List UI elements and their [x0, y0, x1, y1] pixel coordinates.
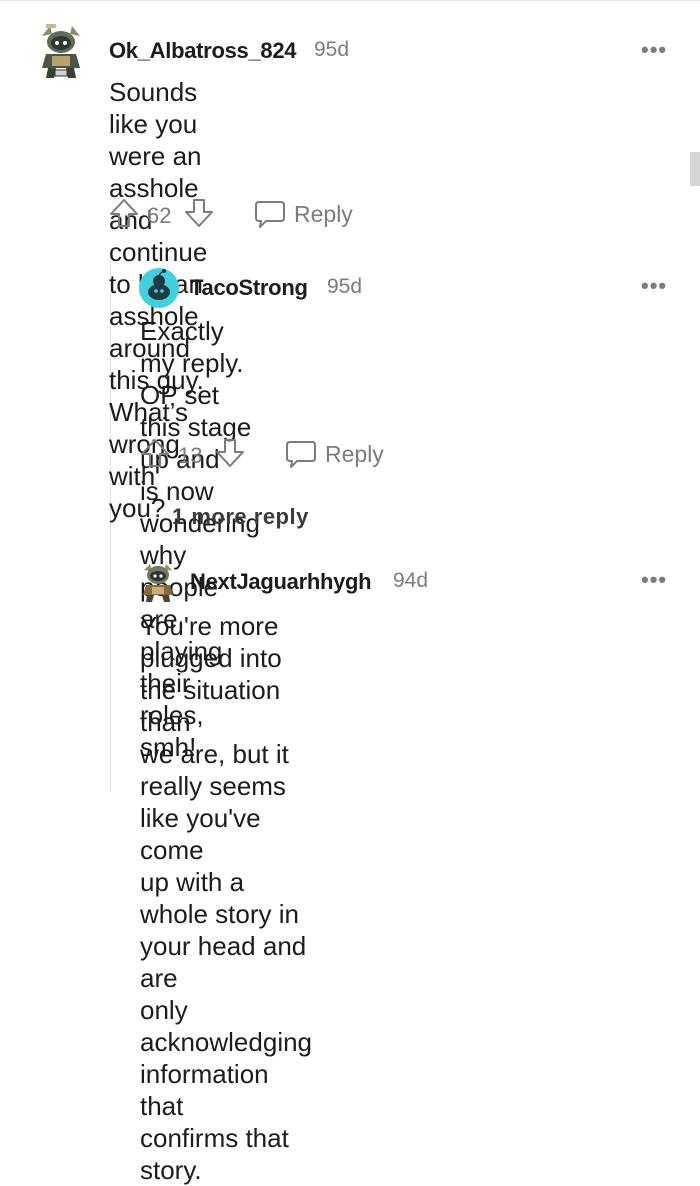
upvote-arrow-icon[interactable]	[109, 198, 139, 233]
reply-speech-bubble-icon[interactable]	[285, 439, 317, 474]
reply-speech-bubble-icon[interactable]	[254, 199, 286, 234]
comment-body: You're more plugged into the situation t…	[140, 610, 312, 1186]
snoo-warrior-avatar-icon[interactable]	[140, 562, 176, 607]
comment-age: 95d	[327, 275, 363, 298]
comment-body-line: we are, but it really seems like you've …	[140, 739, 289, 865]
comment-body-line: only acknowledging information that	[140, 995, 313, 1121]
comment-author[interactable]: Ok_Albatross_824	[109, 38, 297, 64]
reply-button[interactable]: Reply	[294, 201, 353, 228]
vote-score: 62	[147, 203, 172, 228]
comment-author[interactable]: NextJaguarhhygh	[190, 569, 372, 595]
comment-body-line: Sounds like you were an asshole and cont…	[109, 77, 208, 267]
comment-author[interactable]: TacoStrong	[190, 275, 308, 301]
snoo-armored-avatar-icon[interactable]	[38, 22, 84, 85]
reply-button[interactable]: Reply	[325, 441, 384, 468]
upvote-arrow-icon[interactable]	[140, 438, 170, 473]
more-options-icon[interactable]: •••	[641, 567, 667, 593]
more-options-icon[interactable]: •••	[641, 273, 667, 299]
downvote-arrow-icon[interactable]	[184, 198, 214, 233]
comment-body-line: You're more plugged into the situation t…	[140, 611, 282, 737]
downvote-arrow-icon[interactable]	[215, 438, 245, 473]
comment-age: 94d	[393, 569, 429, 592]
comment-age: 95d	[314, 38, 350, 61]
top-divider	[0, 0, 700, 1]
vote-score: 13	[178, 443, 203, 468]
comment-body-line: confirms that story.	[140, 1123, 289, 1185]
more-options-icon[interactable]: •••	[641, 37, 667, 63]
scrollbar-thumb[interactable]	[690, 152, 700, 186]
comment-body-line: up with a whole story in your head and a…	[140, 867, 307, 993]
more-replies-link[interactable]: 1 more reply	[172, 504, 309, 530]
default-snoo-avatar-icon[interactable]	[139, 268, 179, 313]
